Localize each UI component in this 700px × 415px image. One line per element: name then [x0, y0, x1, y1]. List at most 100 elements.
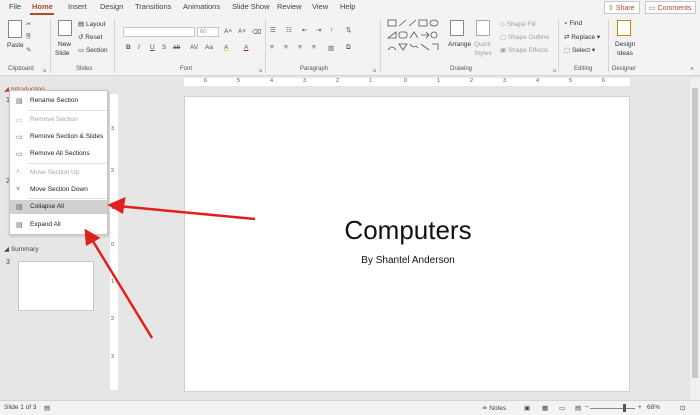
font-family-box[interactable]: [123, 27, 195, 37]
layout-button[interactable]: ▤ Layout: [78, 20, 105, 28]
quick-styles-label[interactable]: Quick: [474, 41, 491, 48]
spacing-button[interactable]: AV: [190, 44, 198, 51]
slide-subtitle[interactable]: By Shantel Anderson: [185, 255, 631, 266]
select-button[interactable]: ⬚ Select ▾: [564, 46, 595, 54]
underline-button[interactable]: U: [150, 44, 155, 51]
share-button[interactable]: ⇧ Share: [604, 1, 640, 14]
font-launcher-icon[interactable]: ⇲: [258, 68, 262, 74]
shape-effects-button[interactable]: ▣ Shape Effects: [500, 46, 548, 54]
tab-home[interactable]: Home: [32, 2, 53, 11]
indent-icon[interactable]: ⇤: [302, 26, 307, 34]
tab-review[interactable]: Review: [277, 2, 302, 11]
section-button[interactable]: ▭ Section: [78, 46, 108, 54]
slide-title[interactable]: Computers: [185, 215, 631, 246]
scrollbar-thumb[interactable]: [692, 88, 698, 378]
comments-button[interactable]: ▭ Comments: [645, 1, 696, 14]
change-case-button[interactable]: Aa: [205, 44, 213, 51]
align-center-icon[interactable]: ≡: [284, 44, 288, 51]
ruler-tick: 2: [470, 78, 474, 84]
reset-button[interactable]: ↺ Reset: [78, 33, 102, 41]
collapse-ribbon-icon[interactable]: ˄: [690, 66, 694, 73]
quick-styles-icon[interactable]: [476, 20, 490, 36]
design-ideas-label[interactable]: Design: [615, 41, 635, 48]
zoom-in-icon[interactable]: +: [638, 404, 642, 411]
new-slide-label-2[interactable]: Slide: [55, 50, 69, 57]
menu-item-remove-all-sections[interactable]: ▭ Remove All Sections: [10, 147, 107, 161]
zoom-slider-handle[interactable]: [623, 404, 626, 412]
notes-button[interactable]: ≐ Notes: [482, 404, 506, 412]
zoom-slider[interactable]: [590, 408, 635, 409]
menu-item-move-section-down[interactable]: ˅ Move Section Down: [10, 183, 107, 197]
replace-button[interactable]: ⇄ Replace ▾: [564, 33, 600, 41]
section-header-summary[interactable]: ◢ Summary: [4, 245, 39, 253]
paragraph-launcher-icon[interactable]: ⇲: [372, 68, 376, 74]
slide-sorter-icon[interactable]: ▦: [542, 404, 548, 412]
ruler-tick: 1: [369, 78, 373, 84]
slideshow-view-icon[interactable]: ▤: [575, 404, 581, 412]
shape-outline-button[interactable]: ▢ Shape Outline: [500, 33, 549, 41]
tab-file[interactable]: File: [9, 2, 21, 11]
slide-thumbnail-3[interactable]: [18, 261, 94, 311]
cut-icon[interactable]: ✂: [26, 20, 31, 28]
slide-canvas[interactable]: Computers By Shantel Anderson: [184, 96, 630, 392]
find-button[interactable]: ⌕ Find: [564, 20, 582, 28]
copy-icon[interactable]: ⎘: [26, 33, 31, 41]
align-left-icon[interactable]: ≡: [270, 44, 274, 51]
justify-icon[interactable]: ≡: [312, 44, 316, 51]
arrange-button[interactable]: Arrange: [448, 41, 471, 48]
zoom-level[interactable]: 68%: [647, 404, 660, 411]
drawing-launcher-icon[interactable]: ⇲: [552, 68, 556, 74]
font-size-box[interactable]: 60: [197, 27, 219, 37]
highlight-button[interactable]: A: [224, 44, 228, 51]
clipboard-launcher-icon[interactable]: ⇲: [42, 68, 46, 74]
numbering-icon[interactable]: ☷: [286, 26, 292, 34]
menu-item-expand-all[interactable]: ▤ Expand All: [10, 218, 107, 232]
menu-item-remove-section[interactable]: ▭ Remove Section: [10, 113, 107, 127]
fit-to-window-icon[interactable]: ⊡: [680, 404, 685, 412]
shrink-font-icon[interactable]: A˅: [238, 28, 246, 35]
clear-format-icon[interactable]: ⌫: [252, 28, 261, 36]
vertical-scrollbar[interactable]: [690, 78, 700, 400]
tab-design[interactable]: Design: [100, 2, 123, 11]
menu-item-collapse-all[interactable]: ▤ Collapse All: [10, 200, 107, 214]
tab-transitions[interactable]: Transitions: [135, 2, 171, 11]
design-ideas-icon[interactable]: [617, 20, 631, 36]
arrange-icon[interactable]: [450, 20, 464, 36]
smartart-icon[interactable]: ⧉: [346, 44, 351, 52]
bullets-icon[interactable]: ☰: [270, 26, 276, 34]
replace-label: Replace: [571, 34, 596, 41]
tab-animations[interactable]: Animations: [183, 2, 220, 11]
tab-insert[interactable]: Insert: [68, 2, 87, 11]
tab-help[interactable]: Help: [340, 2, 355, 11]
direction-icon[interactable]: ⇅: [346, 26, 351, 34]
shape-fill-button[interactable]: ◇ Shape Fill: [500, 20, 536, 28]
font-color-button[interactable]: A: [244, 44, 248, 51]
shadow-button[interactable]: S: [162, 44, 166, 51]
menu-item-move-section-up[interactable]: ˄ Move Section Up: [10, 166, 107, 180]
menu-item-remove-section-slides[interactable]: ▭ Remove Section & Slides: [10, 130, 107, 144]
new-slide-label[interactable]: New: [58, 41, 71, 48]
shapes-gallery[interactable]: [386, 18, 444, 62]
format-painter-icon[interactable]: ✎: [26, 46, 31, 54]
tab-slide-show[interactable]: Slide Show: [232, 2, 270, 11]
tab-view[interactable]: View: [312, 2, 328, 11]
reading-view-icon[interactable]: ▭: [559, 404, 565, 412]
italic-button[interactable]: I: [138, 44, 140, 51]
outdent-icon[interactable]: ⇥: [316, 26, 321, 34]
design-ideas-label-2[interactable]: Ideas: [617, 50, 633, 57]
paste-icon[interactable]: [8, 20, 22, 38]
line-spacing-icon[interactable]: ↕: [330, 26, 333, 33]
paste-button[interactable]: Paste: [7, 42, 24, 49]
editing-group-label: Editing: [574, 66, 593, 72]
grow-font-icon[interactable]: A˄: [224, 28, 232, 35]
spelling-icon[interactable]: ▤: [44, 404, 50, 412]
normal-view-icon[interactable]: ▣: [524, 404, 530, 412]
menu-item-rename-section[interactable]: ▤ Rename Section: [10, 94, 107, 108]
quick-styles-label-2[interactable]: Styles: [474, 50, 492, 57]
new-slide-icon[interactable]: [58, 20, 72, 36]
align-right-icon[interactable]: ≡: [298, 44, 302, 51]
bold-button[interactable]: B: [126, 44, 131, 51]
zoom-out-icon[interactable]: −: [585, 404, 589, 411]
strikethrough-button[interactable]: ab: [173, 44, 180, 51]
columns-icon[interactable]: ▥: [328, 44, 334, 52]
